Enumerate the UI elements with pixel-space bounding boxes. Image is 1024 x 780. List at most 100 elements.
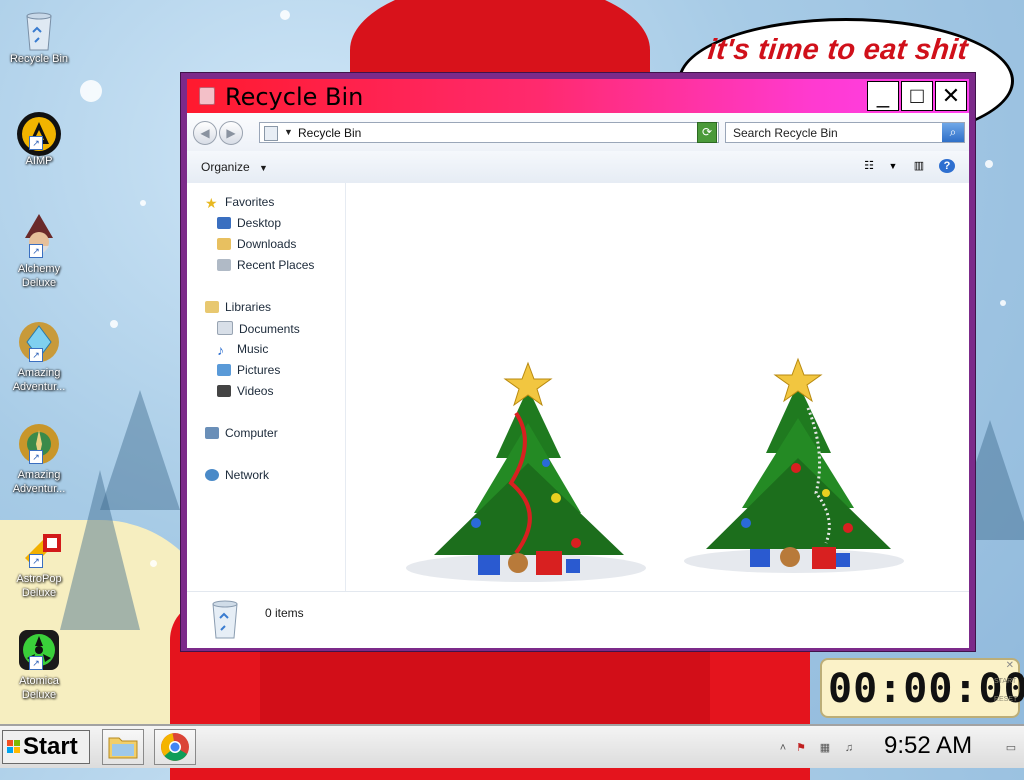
nav-label: Documents (239, 322, 300, 336)
recent-places-icon (217, 259, 231, 271)
action-center-flag-icon[interactable]: ⚑ (794, 741, 808, 755)
wizard-icon: ↗ (19, 212, 59, 258)
search-icon[interactable]: ⌕ (942, 123, 964, 142)
address-bar[interactable]: ▼ Recycle Bin ▼ (259, 122, 719, 143)
videos-icon (217, 385, 231, 397)
network-tray-icon[interactable]: ▦ (818, 741, 832, 755)
nav-label: Recent Places (237, 258, 315, 272)
recycle-bin-small-icon (199, 87, 215, 105)
desktop-icon-label: Amazing Adventur... (12, 469, 66, 495)
star-icon: ★ (205, 195, 218, 211)
desktop-icon-astropop-deluxe[interactable]: ↗ AstroPop Deluxe (4, 528, 74, 600)
chrome-icon (161, 733, 189, 761)
folder-icon (108, 737, 138, 759)
nav-item-recent-places[interactable]: Recent Places (217, 258, 314, 272)
windows-logo-icon (7, 740, 20, 753)
forward-button[interactable]: ▶ (219, 121, 243, 145)
libraries-icon (205, 301, 219, 313)
breadcrumb-arrow-icon[interactable]: ▼ (284, 127, 293, 137)
recycle-bin-small-icon (264, 126, 278, 141)
maximize-button[interactable]: □ (901, 81, 933, 111)
taskbar-chrome-button[interactable] (154, 729, 196, 765)
nav-item-computer[interactable]: Computer (205, 426, 278, 440)
timer-display: 00:00:00 (828, 666, 1024, 712)
shortcut-arrow-icon: ↗ (29, 348, 43, 362)
pictures-icon (217, 364, 231, 376)
nav-label: Computer (225, 426, 278, 440)
desktop-icon-amazing-adventures-2[interactable]: ↗ Amazing Adventur... (4, 420, 74, 496)
nav-item-downloads[interactable]: Downloads (217, 237, 296, 251)
nav-label: Desktop (237, 216, 282, 230)
details-pane: 0 items (187, 591, 969, 648)
nav-item-desktop[interactable]: Desktop (217, 216, 281, 230)
snowflake-decoration (1000, 300, 1006, 306)
organize-button[interactable]: Organize ▼ (201, 160, 268, 174)
shortcut-arrow-icon: ↗ (29, 656, 43, 670)
close-button[interactable]: ✕ (935, 81, 967, 111)
nav-item-videos[interactable]: Videos (217, 384, 273, 398)
file-list-pane[interactable] (346, 183, 969, 591)
nav-item-music[interactable]: ♪ Music (217, 342, 269, 358)
minimize-button[interactable]: _ (867, 81, 899, 111)
view-options-icon[interactable]: ☷ (861, 159, 877, 173)
desktop-icon-aimp[interactable]: ↗ AIMP (4, 110, 74, 168)
desktop-icon-alchemy-deluxe[interactable]: ↗ Alchemy Deluxe (4, 212, 74, 290)
timer-reset-button[interactable]: RESET (994, 696, 1017, 703)
view-dropdown-icon[interactable]: ▼ (885, 159, 901, 173)
item-count: 0 items (265, 606, 304, 620)
desktop-icon-label: Recycle Bin (9, 53, 69, 65)
window-titlebar[interactable]: Recycle Bin _ □ ✕ (187, 79, 969, 113)
navigation-pane: ★ Favorites Desktop Downloads Recent Plac… (187, 183, 346, 591)
taskbar-explorer-button[interactable] (102, 729, 144, 765)
nav-label: Videos (237, 384, 274, 398)
snowflake-decoration (985, 160, 993, 168)
network-icon (205, 469, 219, 481)
snowflake-decoration (150, 560, 157, 567)
nav-item-libraries[interactable]: Libraries (205, 300, 271, 314)
refresh-icon[interactable]: ⟳ (697, 122, 717, 143)
preview-pane-icon[interactable]: ▥ (911, 159, 927, 173)
nav-label: Libraries (225, 300, 272, 314)
speech-bubble-text: it's time to eat shit (706, 34, 970, 66)
downloads-folder-icon (217, 238, 231, 250)
nav-item-documents[interactable]: Documents (217, 321, 300, 336)
desktop-icon-amazing-adventures-1[interactable]: ↗ Amazing Adventur... (4, 318, 74, 394)
back-button[interactable]: ◀ (193, 121, 217, 145)
volume-icon[interactable]: ♫ (842, 741, 856, 755)
desktop-icon-label: AstroPop Deluxe (16, 573, 62, 599)
start-button[interactable]: Start (2, 730, 90, 764)
taskbar: Start ˄ ⚑ ▦ ♫ 9:52 AM ▭ (0, 724, 1024, 768)
computer-icon (205, 427, 219, 439)
shortcut-arrow-icon: ↗ (29, 554, 43, 568)
nav-item-favorites[interactable]: ★ Favorites (205, 195, 274, 211)
navigation-bar: ◀ ▶ ▼ Recycle Bin ▼ ⟳ Search Recycle Bin… (187, 113, 969, 152)
gem-badge-icon: ↗ (19, 318, 59, 362)
breadcrumb[interactable]: Recycle Bin (298, 126, 361, 140)
desktop-icon (217, 217, 231, 229)
gadget-close-icon[interactable]: ✕ (1006, 660, 1014, 671)
desktop-icon-recycle-bin[interactable]: Recycle Bin (4, 8, 74, 66)
christmas-tree-icon (406, 361, 646, 582)
taskbar-clock[interactable]: 9:52 AM (884, 732, 972, 760)
atomica-icon: ↗ (19, 626, 59, 670)
explorer-window: Recycle Bin _ □ ✕ ◀ ▶ ▼ Recycle Bin ▼ ⟳ … (180, 72, 976, 652)
nav-label: Downloads (237, 237, 297, 251)
show-desktop-icon[interactable]: ▭ (1004, 741, 1018, 755)
timer-start-button[interactable]: START (994, 678, 1016, 685)
nav-label: Pictures (237, 363, 281, 377)
astropop-icon: ↗ (19, 528, 61, 568)
snowflake-decoration (140, 200, 146, 206)
nav-label: Music (237, 342, 269, 356)
snowflake-decoration (110, 320, 118, 328)
desktop-icon-atomica-deluxe[interactable]: ↗ Atomica Deluxe (4, 626, 74, 702)
show-hidden-icons-icon[interactable]: ˄ (776, 741, 790, 755)
desktop-icon-label: Amazing Adventur... (12, 367, 66, 393)
nav-item-pictures[interactable]: Pictures (217, 363, 280, 377)
aimp-icon: ↗ (17, 110, 61, 156)
documents-icon (217, 321, 233, 335)
shortcut-arrow-icon: ↗ (29, 244, 43, 258)
nav-item-network[interactable]: Network (205, 468, 269, 482)
music-note-icon: ♪ (217, 342, 224, 358)
search-input[interactable]: Search Recycle Bin ⌕ (725, 122, 965, 143)
help-icon[interactable]: ? (939, 159, 955, 173)
